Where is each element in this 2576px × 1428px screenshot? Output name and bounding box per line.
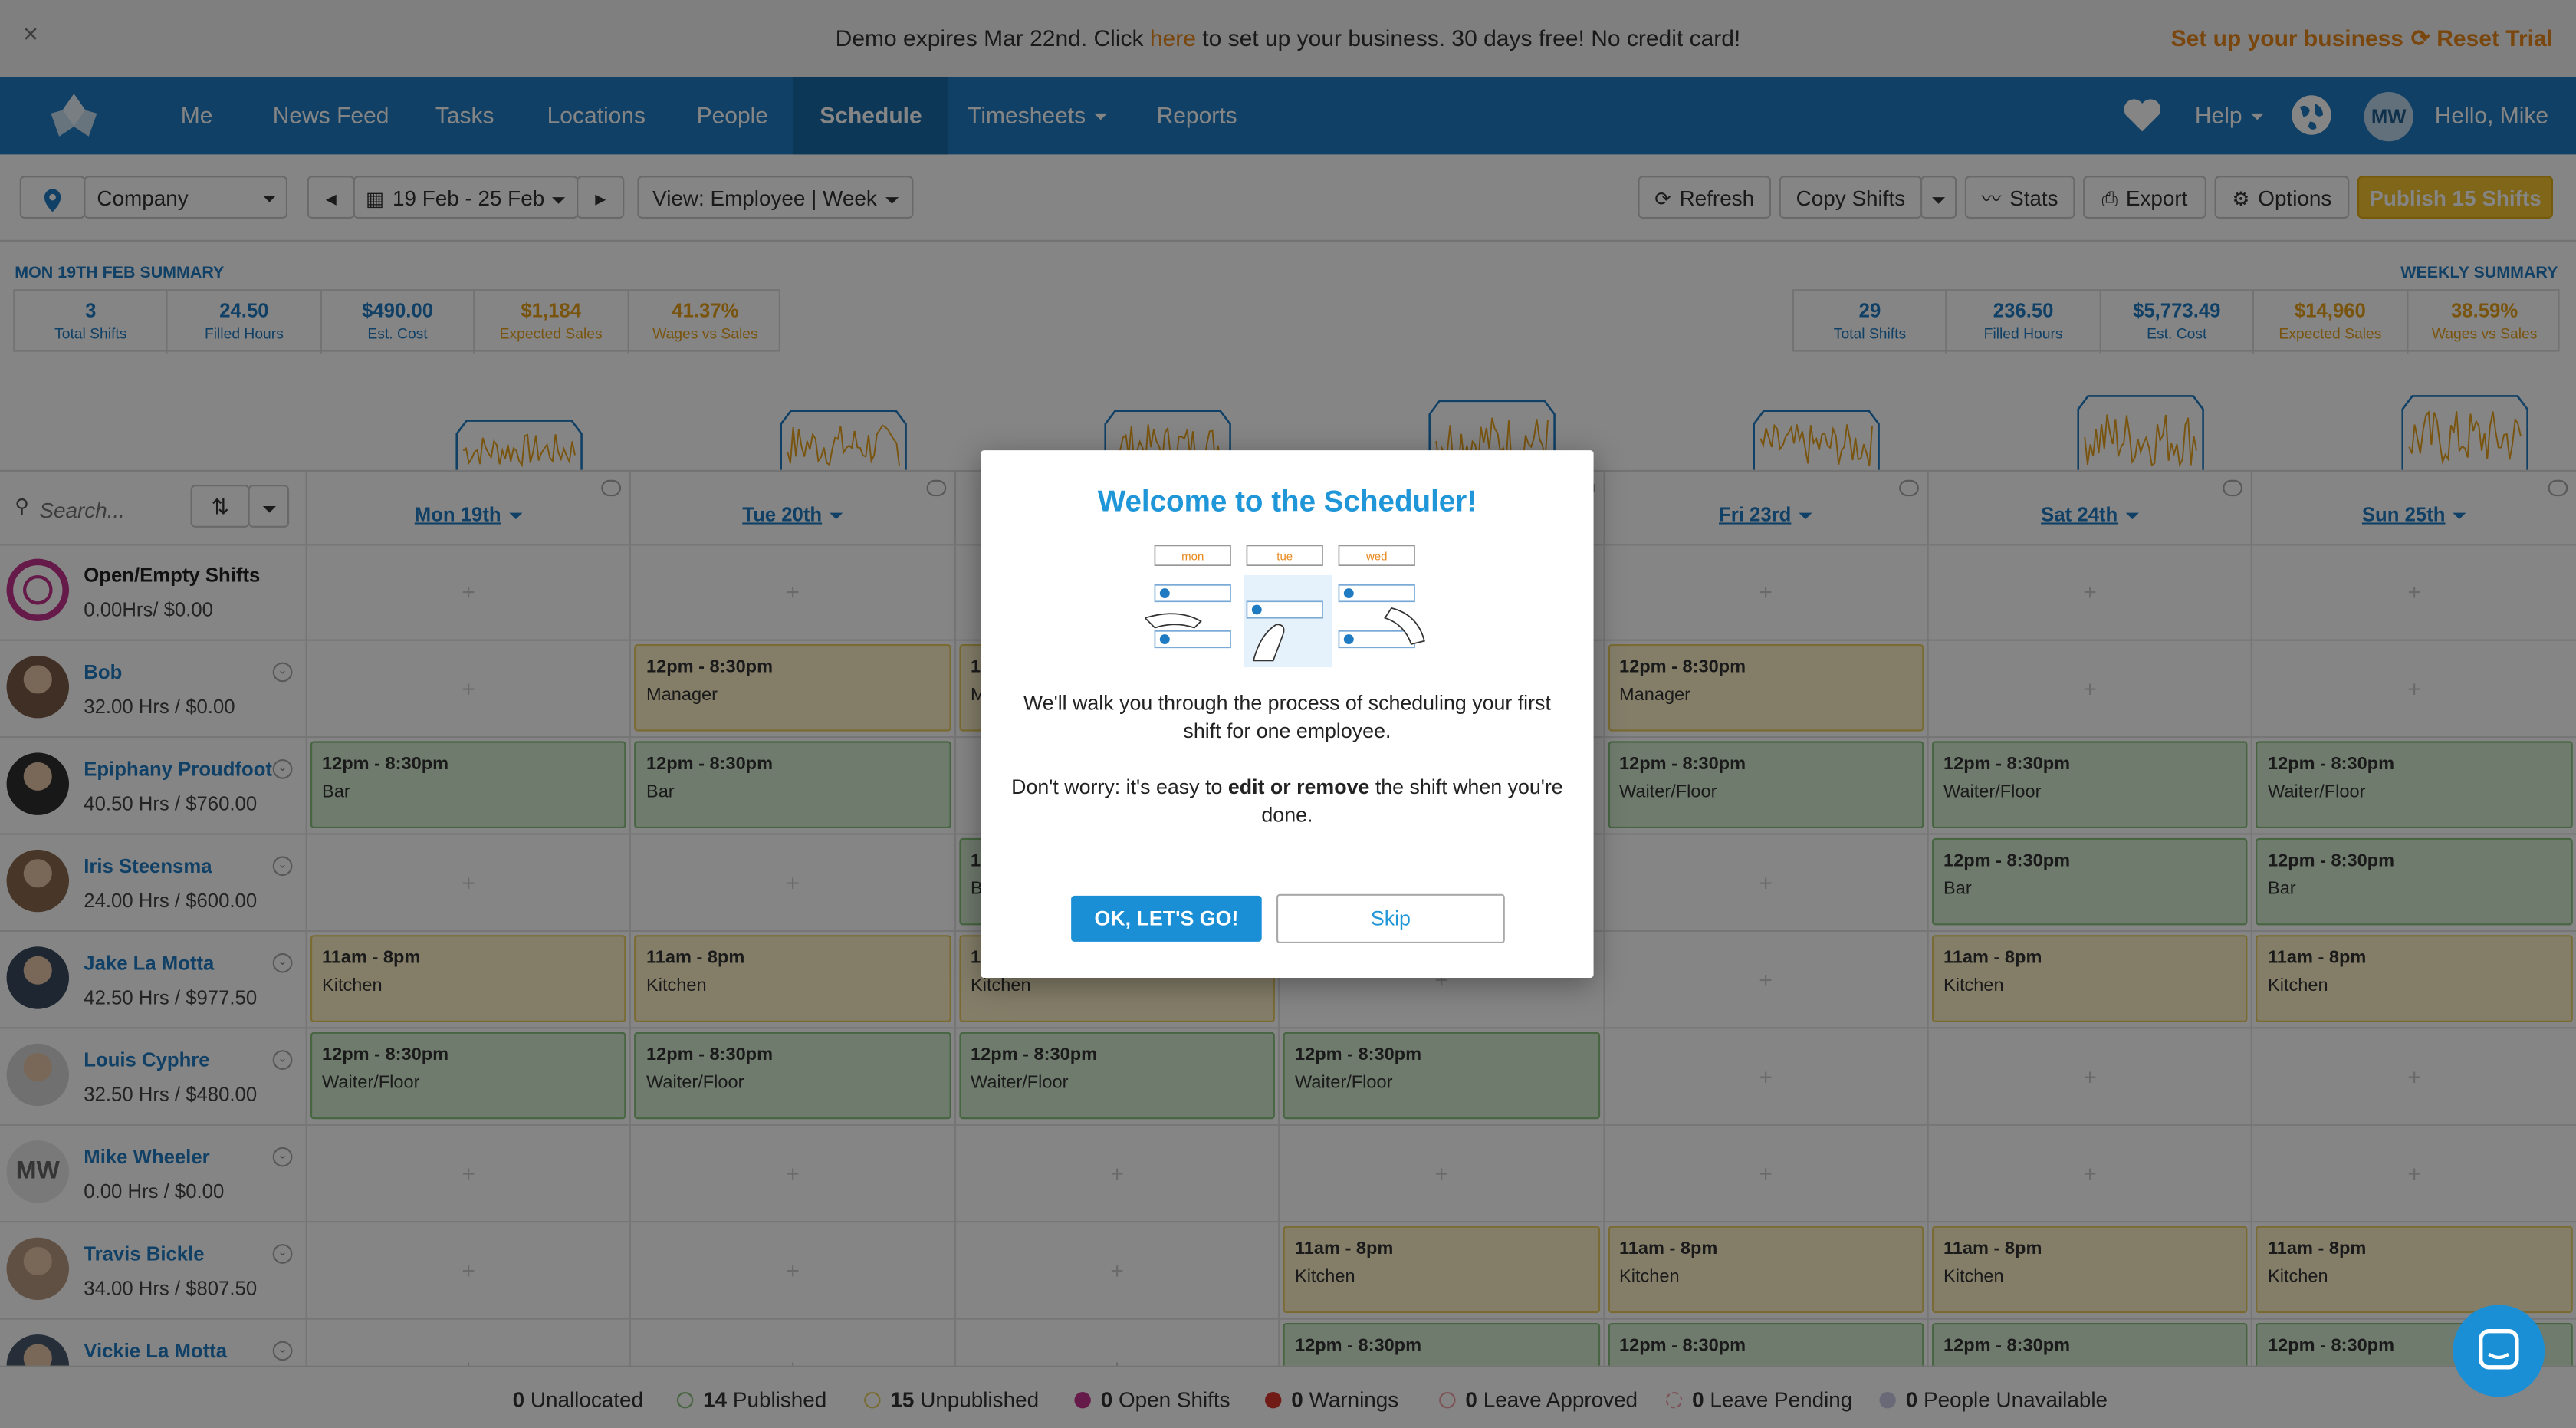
illus-day-1: tue — [1276, 551, 1293, 564]
modal-reassure-bold: edit or remove — [1227, 775, 1370, 799]
modal-title: Welcome to the Scheduler! — [1097, 485, 1477, 518]
chat-launcher-button[interactable] — [2453, 1305, 2545, 1397]
skip-button[interactable]: Skip — [1276, 893, 1505, 943]
scheduler-illustration: mon tue wed — [1145, 542, 1428, 667]
welcome-modal: Welcome to the Scheduler! mon tue wed We… — [981, 450, 1594, 978]
illus-day-0: mon — [1181, 551, 1204, 564]
ok-lets-go-button[interactable]: OK, LET'S GO! — [1071, 895, 1262, 942]
chat-icon — [2479, 1329, 2519, 1370]
modal-intro-text: We'll walk you through the process of sc… — [1023, 692, 1551, 743]
modal-reassure-text: Don't worry: it's easy to edit or remove… — [1004, 774, 1570, 830]
illus-day-2: wed — [1365, 551, 1388, 564]
modal-reassure-pre: Don't worry: it's easy to — [1011, 775, 1228, 799]
